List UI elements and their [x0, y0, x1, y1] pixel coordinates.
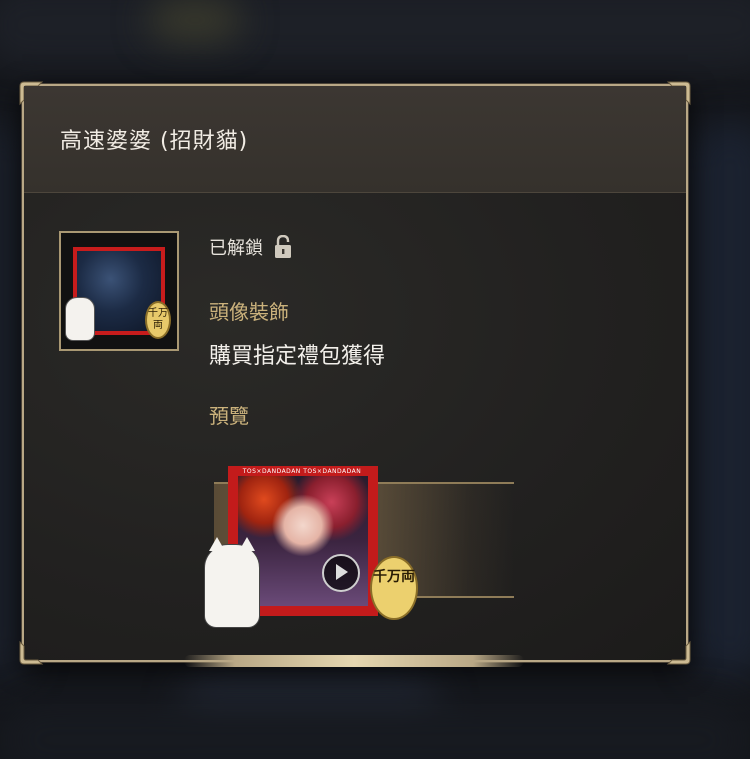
dialog-title: 高速婆婆 (招財貓) — [60, 129, 249, 154]
preview-label: 預覽 — [209, 404, 249, 428]
unlock-status-text: 已解鎖 — [209, 238, 263, 259]
avatar-frame-thumbnail: 千万両 — [59, 231, 179, 351]
item-category: 頭像裝飾 — [209, 300, 289, 324]
corner-ornament-icon — [18, 640, 44, 666]
coin-badge: 千万両 — [370, 556, 418, 620]
item-description: 購買指定禮包獲得 — [209, 344, 386, 369]
lucky-cat-icon — [204, 537, 260, 628]
corner-ornament-icon — [666, 640, 692, 666]
item-detail-dialog: 高速婆婆 (招財貓) 千万両 已解鎖 頭像裝飾 購買指定禮包獲得 預覽 TOS×… — [19, 81, 691, 667]
unlocked-padlock-icon — [273, 235, 293, 259]
frame-text: TOS×DANDADAN TOS×DANDADAN — [242, 468, 362, 475]
avatar-preview: TOS×DANDADAN TOS×DANDADAN 千万両 — [204, 464, 534, 628]
coin-badge: 千万両 — [145, 301, 171, 339]
lucky-cat-icon — [65, 297, 95, 341]
play-icon[interactable] — [322, 554, 360, 592]
dialog-header: 高速婆婆 (招財貓) — [24, 86, 686, 193]
bottom-ornament — [184, 655, 524, 667]
unlock-status: 已解鎖 — [209, 234, 293, 260]
